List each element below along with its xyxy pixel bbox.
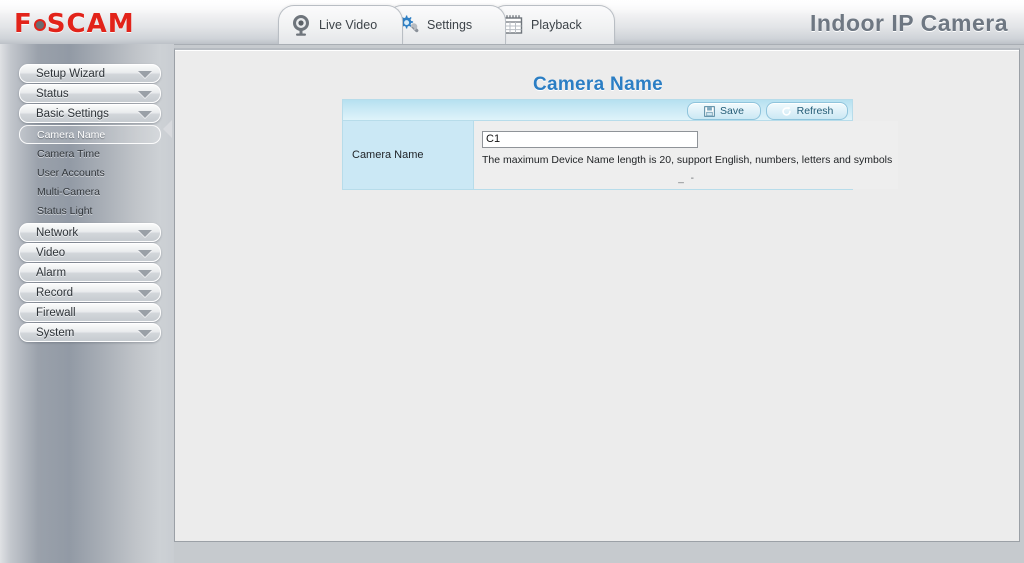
sidebar-submenu-basic-settings: Camera Name Camera Time User Accounts Mu… (19, 125, 161, 220)
sidebar-item-video[interactable]: Video (19, 243, 161, 262)
refresh-button[interactable]: Refresh (766, 102, 848, 120)
sidebar: Setup Wizard Status Basic Settings Camer… (0, 44, 174, 563)
webcam-icon (293, 15, 309, 36)
tab-playback-label: Playback (531, 18, 582, 32)
sidebar-item-basic-settings-label: Basic Settings (36, 107, 109, 120)
logo-lens-icon (33, 19, 46, 31)
sidebar-item-alarm-label: Alarm (36, 266, 67, 279)
sidebar-item-camera-time-label: Camera Time (37, 147, 101, 160)
refresh-button-label: Refresh (796, 105, 834, 117)
sidebar-item-user-accounts[interactable]: User Accounts (19, 163, 161, 182)
sidebar-item-camera-name[interactable]: Camera Name (19, 125, 161, 144)
camera-name-card: Save Refresh Camera Name The maximum Dev… (342, 99, 899, 190)
render-artifact-glyph: _ - (678, 172, 696, 184)
sidebar-item-setup-wizard[interactable]: Setup Wizard (19, 64, 161, 83)
sidebar-item-system-label: System (36, 326, 75, 339)
sidebar-item-user-accounts-label: User Accounts (37, 166, 105, 179)
sidebar-item-camera-time[interactable]: Camera Time (19, 144, 161, 163)
sidebar-item-status-light-label: Status Light (37, 204, 93, 217)
sidebar-item-multi-camera[interactable]: Multi-Camera (19, 182, 161, 201)
sidebar-item-network[interactable]: Network (19, 223, 161, 242)
sidebar-item-status[interactable]: Status (19, 84, 161, 103)
content-panel: Camera Name Save Refresh Camera Name C1 … (174, 48, 1020, 542)
save-button-label: Save (720, 105, 744, 117)
camera-name-hint: The maximum Device Name length is 20, su… (482, 153, 893, 166)
camera-name-input[interactable] (482, 130, 698, 148)
app-header: F SCAM Live Video Settings Playback Indo… (0, 0, 1024, 45)
chevron-down-icon (138, 250, 152, 257)
chevron-down-icon (138, 310, 152, 317)
refresh-arrow-icon (781, 106, 791, 116)
sidebar-item-record[interactable]: Record (19, 283, 161, 302)
chevron-down-icon (138, 270, 152, 277)
tab-settings[interactable]: Settings (386, 5, 506, 44)
sidebar-menu: Setup Wizard Status Basic Settings Camer… (19, 64, 161, 343)
sidebar-item-alarm[interactable]: Alarm (19, 263, 161, 282)
sidebar-item-setup-wizard-label: Setup Wizard (36, 67, 106, 80)
page-title: Camera Name (532, 74, 664, 95)
sidebar-item-system[interactable]: System (19, 323, 161, 342)
sidebar-item-multi-camera-label: Multi-Camera (37, 185, 101, 198)
save-button[interactable]: Save (687, 102, 761, 120)
sidebar-item-network-label: Network (36, 226, 79, 239)
sidebar-collapse-arrow-icon[interactable] (163, 120, 172, 138)
chevron-down-icon (138, 330, 152, 337)
chevron-down-icon (138, 91, 152, 98)
floppy-disk-icon (704, 105, 715, 117)
camera-name-row-label-cell: Camera Name (343, 121, 474, 189)
tab-playback[interactable]: Playback (490, 5, 615, 44)
tab-live-video[interactable]: Live Video (278, 5, 403, 44)
sidebar-item-status-light[interactable]: Status Light (19, 201, 161, 220)
tab-settings-label: Settings (427, 18, 473, 32)
product-title: Indoor IP Camera (809, 10, 1008, 36)
sidebar-item-firewall-label: Firewall (36, 306, 76, 319)
camera-name-row-field-cell: The maximum Device Name length is 20, su… (474, 121, 899, 189)
tab-live-video-label: Live Video (319, 18, 378, 32)
chevron-down-icon (138, 290, 152, 297)
logo-text-pre: F (14, 9, 33, 39)
chevron-down-icon (138, 230, 152, 237)
sidebar-item-status-label: Status (36, 87, 69, 100)
chevron-down-icon (138, 71, 152, 78)
sidebar-item-camera-name-label: Camera Name (37, 128, 106, 141)
logo-text-post: SCAM (46, 9, 135, 39)
card-toolbar: Save Refresh (342, 99, 853, 120)
camera-name-row-label: Camera Name (352, 148, 424, 161)
chevron-down-icon (138, 111, 152, 118)
sidebar-item-basic-settings[interactable]: Basic Settings (19, 104, 161, 123)
camera-name-row: Camera Name The maximum Device Name leng… (342, 120, 899, 190)
sidebar-item-video-label: Video (36, 246, 66, 259)
foscam-logo: F SCAM (14, 9, 135, 39)
sidebar-item-firewall[interactable]: Firewall (19, 303, 161, 322)
sidebar-item-record-label: Record (36, 286, 74, 299)
